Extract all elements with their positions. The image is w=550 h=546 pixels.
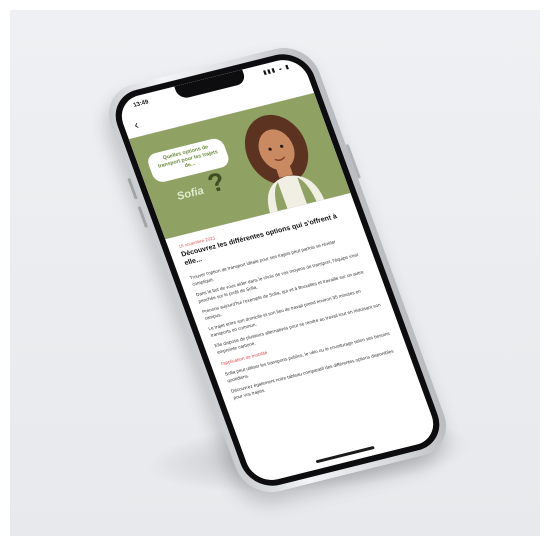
back-button[interactable]: ‹ [132,118,141,132]
hero-name: Sofia [175,184,206,203]
hero-question-mark: ? [203,166,230,199]
status-icons: ▮▮▮ ◒ ▮ [262,64,291,77]
status-time: 13:49 [132,99,150,109]
woman-illustration-icon [244,114,325,214]
